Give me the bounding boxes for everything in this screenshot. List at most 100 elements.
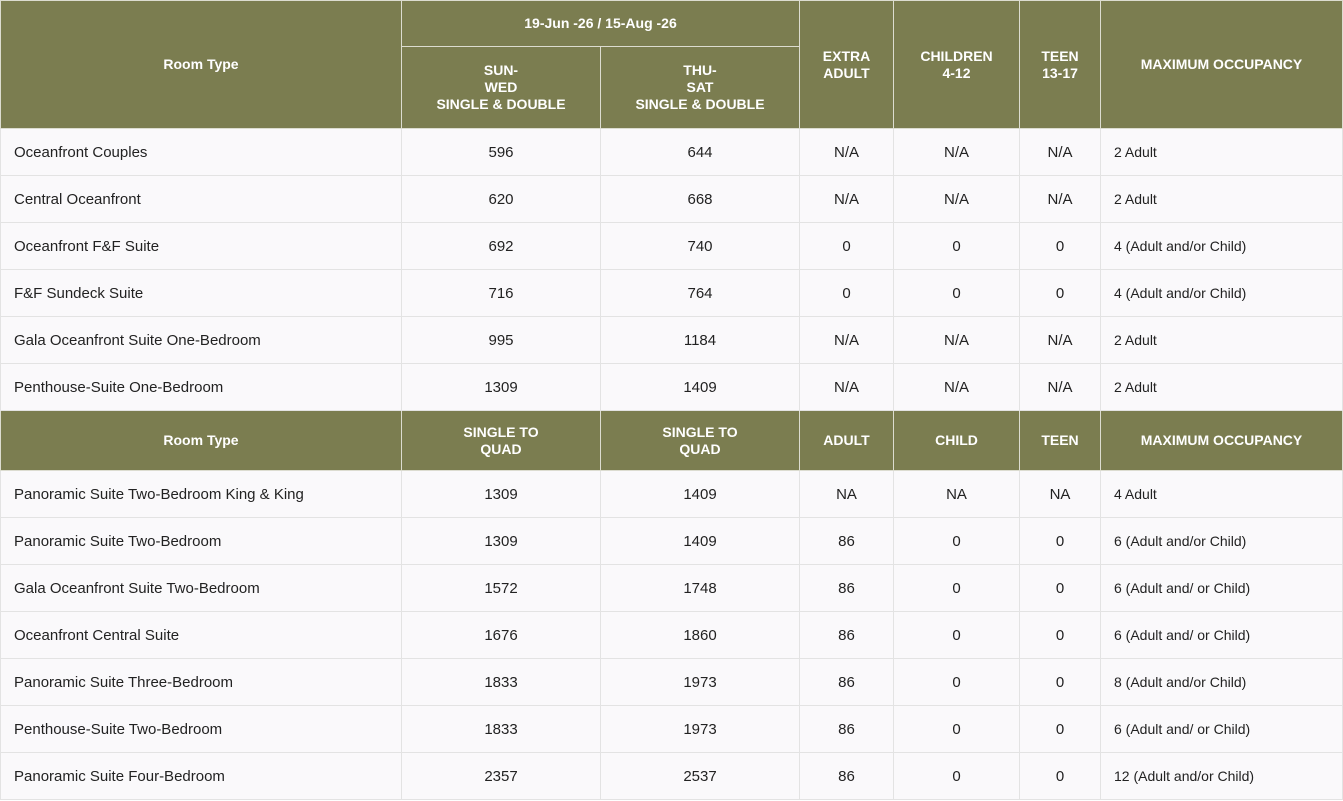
room-name-cell: Central Oceanfront [0, 175, 402, 223]
teen-cell: 0 [1019, 658, 1101, 706]
rate-sun-wed-cell: 1309 [401, 363, 601, 411]
room-name-cell: Penthouse-Suite One-Bedroom [0, 363, 402, 411]
child-cell: 0 [893, 269, 1020, 317]
rate-sun-wed-cell: 716 [401, 269, 601, 317]
rate-sun-wed-cell: 1676 [401, 611, 601, 659]
header-room-type: Room Type [0, 0, 402, 129]
extra-adult-cell: 0 [799, 222, 894, 270]
rate-sun-wed-cell: 1833 [401, 658, 601, 706]
max-occupancy-cell: 2 Adult [1100, 175, 1343, 223]
table-row: Panoramic Suite Two-Bedroom 1309 1409 86 0 0 6… [0, 517, 1343, 565]
rate-sun-wed-cell: 692 [401, 222, 601, 270]
extra-adult-cell: N/A [799, 363, 894, 411]
max-occupancy-cell: 4 (Adult and/or Child) [1100, 269, 1343, 317]
rate-thu-sat-cell: 1748 [600, 564, 800, 612]
table-row: Central Oceanfront 620 668 N/A N/A N/A 2 Adult [0, 175, 1343, 223]
teen-cell: 0 [1019, 752, 1101, 800]
teen-cell: 0 [1019, 269, 1101, 317]
room-name-cell: Oceanfront F&F Suite [0, 222, 402, 270]
max-occupancy-cell: 4 (Adult and/or Child) [1100, 222, 1343, 270]
header-sun-wed: SUN- WED SINGLE & DOUBLE [401, 46, 601, 129]
rate-thu-sat-cell: 764 [600, 269, 800, 317]
extra-adult-cell: 86 [799, 658, 894, 706]
extra-adult-cell: N/A [799, 128, 894, 176]
extra-adult-cell: 86 [799, 517, 894, 565]
teen-cell: N/A [1019, 175, 1101, 223]
header-children: CHILDREN 4-12 [893, 0, 1020, 129]
header-date-range: 19-Jun -26 / 15-Aug -26 [401, 0, 800, 47]
child-cell: NA [893, 470, 1020, 518]
table-section-2: Panoramic Suite Two-Bedroom King & King 1… [0, 470, 1343, 800]
room-name-cell: Oceanfront Central Suite [0, 611, 402, 659]
room-name-cell: Gala Oceanfront Suite Two-Bedroom [0, 564, 402, 612]
table-row: Panoramic Suite Three-Bedroom 1833 1973 86 0… [0, 658, 1343, 706]
rate-thu-sat-cell: 668 [600, 175, 800, 223]
table-row: Oceanfront Couples 596 644 N/A N/A N/A 2 Adult [0, 128, 1343, 176]
teen-cell: N/A [1019, 316, 1101, 364]
header2-child: CHILD [893, 410, 1020, 471]
room-name-cell: Penthouse-Suite Two-Bedroom [0, 705, 402, 753]
max-occupancy-cell: 6 (Adult and/or Child) [1100, 517, 1343, 565]
room-name-cell: Oceanfront Couples [0, 128, 402, 176]
extra-adult-cell: 86 [799, 611, 894, 659]
teen-cell: 0 [1019, 564, 1101, 612]
max-occupancy-cell: 6 (Adult and/ or Child) [1100, 705, 1343, 753]
header-thu-sat: THU- SAT SINGLE & DOUBLE [600, 46, 800, 129]
extra-adult-cell: N/A [799, 175, 894, 223]
header2-single-to-quad-2: SINGLE TO QUAD [600, 410, 800, 471]
rate-sun-wed-cell: 1309 [401, 517, 601, 565]
child-cell: 0 [893, 564, 1020, 612]
rate-thu-sat-cell: 1973 [600, 705, 800, 753]
rate-sun-wed-cell: 995 [401, 316, 601, 364]
table-row: Panoramic Suite Two-Bedroom King & King 1… [0, 470, 1343, 518]
header2-room-type: Room Type [0, 410, 402, 471]
rate-sun-wed-cell: 596 [401, 128, 601, 176]
room-name-cell: Panoramic Suite Two-Bedroom [0, 517, 402, 565]
rate-sun-wed-cell: 1572 [401, 564, 601, 612]
table-row: Penthouse-Suite One-Bedroom 1309 1409 N/A N/… [0, 363, 1343, 411]
child-cell: N/A [893, 128, 1020, 176]
header-max-occupancy: MAXIMUM OCCUPANCY [1100, 0, 1343, 129]
rate-sun-wed-cell: 2357 [401, 752, 601, 800]
child-cell: 0 [893, 705, 1020, 753]
child-cell: 0 [893, 611, 1020, 659]
table-row: Panoramic Suite Four-Bedroom 2357 2537 86 0 0… [0, 752, 1343, 800]
max-occupancy-cell: 2 Adult [1100, 363, 1343, 411]
header-row-top: Room Type 19-Jun -26 / 15-Aug -26 EXTRA … [0, 0, 1343, 129]
header2-single-to-quad-1: SINGLE TO QUAD [401, 410, 601, 471]
room-name-cell: Panoramic Suite Two-Bedroom King & King [0, 470, 402, 518]
extra-adult-cell: 0 [799, 269, 894, 317]
rate-thu-sat-cell: 2537 [600, 752, 800, 800]
table-row: Oceanfront F&F Suite 692 740 0 0 0 4 (Adult an… [0, 222, 1343, 270]
rate-thu-sat-cell: 1409 [600, 517, 800, 565]
max-occupancy-cell: 12 (Adult and/or Child) [1100, 752, 1343, 800]
table-row: F&F Sundeck Suite 716 764 0 0 0 4 (Adult and/o… [0, 269, 1343, 317]
room-name-cell: F&F Sundeck Suite [0, 269, 402, 317]
child-cell: 0 [893, 517, 1020, 565]
max-occupancy-cell: 4 Adult [1100, 470, 1343, 518]
header-extra-adult: EXTRA ADULT [799, 0, 894, 129]
teen-cell: 0 [1019, 222, 1101, 270]
table-section-1: Oceanfront Couples 596 644 N/A N/A N/A 2 Adult… [0, 128, 1343, 411]
teen-cell: NA [1019, 470, 1101, 518]
rates-table: Room Type 19-Jun -26 / 15-Aug -26 EXTRA … [0, 0, 1343, 800]
extra-adult-cell: 86 [799, 564, 894, 612]
extra-adult-cell: NA [799, 470, 894, 518]
teen-cell: N/A [1019, 128, 1101, 176]
teen-cell: 0 [1019, 705, 1101, 753]
teen-cell: 0 [1019, 611, 1101, 659]
rate-thu-sat-cell: 1409 [600, 363, 800, 411]
header-row-second: Room Type SINGLE TO QUAD SINGLE TO QUAD … [0, 410, 1343, 471]
rate-sun-wed-cell: 1833 [401, 705, 601, 753]
rate-thu-sat-cell: 1973 [600, 658, 800, 706]
teen-cell: 0 [1019, 517, 1101, 565]
header2-max-occupancy: MAXIMUM OCCUPANCY [1100, 410, 1343, 471]
child-cell: N/A [893, 175, 1020, 223]
max-occupancy-cell: 6 (Adult and/ or Child) [1100, 611, 1343, 659]
table-row: Oceanfront Central Suite 1676 1860 86 0 0 6 (A… [0, 611, 1343, 659]
header2-teen: TEEN [1019, 410, 1101, 471]
rate-thu-sat-cell: 740 [600, 222, 800, 270]
rate-thu-sat-cell: 1860 [600, 611, 800, 659]
table-row: Gala Oceanfront Suite Two-Bedroom 1572 174… [0, 564, 1343, 612]
rate-thu-sat-cell: 1409 [600, 470, 800, 518]
